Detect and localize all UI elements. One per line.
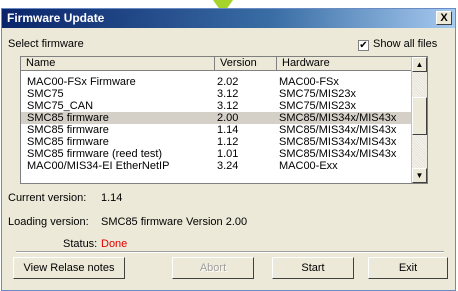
- row-version: 1.12: [217, 136, 239, 148]
- view-release-notes-label: View Relase notes: [23, 262, 115, 274]
- scrollbar-thumb[interactable]: [412, 97, 427, 135]
- row-name: MAC00-FSx Firmware: [27, 76, 136, 88]
- loading-version-value: SMC85 firmware Version 2.00: [101, 216, 248, 228]
- view-release-notes-button[interactable]: View Relase notes: [13, 257, 125, 279]
- list-item[interactable]: SMC85 firmware 1.12 SMC85/MIS34x/MIS43x: [21, 136, 411, 148]
- row-hardware: MAC00-Exx: [279, 160, 338, 172]
- row-version: 1.01: [217, 148, 239, 160]
- row-version: 1.14: [217, 124, 239, 136]
- status-label: Status:: [63, 238, 98, 250]
- list-item[interactable]: SMC75_CAN 3.12 SMC75/MIS23x: [21, 100, 411, 112]
- row-name: SMC85 firmware (reed test): [27, 148, 163, 160]
- window-title: Firmware Update: [7, 11, 105, 25]
- row-hardware: MAC00-FSx: [279, 76, 339, 88]
- list-item[interactable]: MAC00-FSx Firmware 2.02 MAC00-FSx: [21, 76, 411, 88]
- list-item[interactable]: MAC00/MIS34-EI EtherNetIP 3.24 MAC00-Exx: [21, 160, 411, 172]
- row-name: SMC85 firmware: [27, 124, 109, 136]
- start-button[interactable]: Start: [272, 257, 354, 279]
- row-version: 3.12: [217, 100, 239, 112]
- row-name: SMC85 firmware: [27, 112, 109, 124]
- loading-version-label: Loading version:: [8, 216, 89, 228]
- row-name: SMC85 firmware: [27, 136, 109, 148]
- row-hardware: SMC85/MIS34x/MIS43x: [279, 112, 397, 124]
- scroll-down-button[interactable]: ▼: [412, 168, 427, 183]
- scroll-up-button[interactable]: ▲: [412, 57, 427, 72]
- close-icon: X: [440, 12, 448, 24]
- exit-label: Exit: [398, 262, 418, 274]
- divider: [16, 251, 444, 253]
- column-header-version-label: Version: [220, 57, 257, 69]
- list-item[interactable]: SMC85 firmware 1.14 SMC85/MIS34x/MIS43x: [21, 124, 411, 136]
- row-hardware: SMC85/MIS34x/MIS43x: [279, 148, 397, 160]
- row-hardware: SMC75/MIS23x: [279, 88, 357, 100]
- list-item-selected[interactable]: SMC85 firmware 2.00 SMC85/MIS34x/MIS43x: [21, 112, 411, 124]
- column-header-name-label: Name: [26, 57, 56, 69]
- column-header-hardware[interactable]: Hardware: [277, 57, 412, 71]
- column-header-version[interactable]: Version: [215, 57, 277, 71]
- row-name: SMC75_CAN: [27, 100, 94, 112]
- row-hardware: SMC85/MIS34x/MIS43x: [279, 136, 397, 148]
- title-bar: Firmware Update X: [2, 9, 455, 28]
- firmware-update-dialog: Firmware Update X Select firmware ✔ Show…: [1, 8, 456, 291]
- row-hardware: SMC85/MIS34x/MIS43x: [279, 124, 397, 136]
- row-version: 3.12: [217, 88, 239, 100]
- abort-button[interactable]: Abort: [172, 257, 254, 279]
- row-name: MAC00/MIS34-EI EtherNetIP: [27, 160, 170, 172]
- status-value: Done: [101, 238, 128, 250]
- row-name: SMC75: [27, 88, 64, 100]
- list-item[interactable]: SMC85 firmware (reed test) 1.01 SMC85/MI…: [21, 148, 411, 160]
- down-arrow-icon: ▼: [415, 171, 424, 180]
- show-all-files-label[interactable]: Show all files: [373, 38, 437, 50]
- vertical-scrollbar[interactable]: ▲ ▼: [411, 57, 427, 183]
- check-icon: ✔: [359, 40, 368, 51]
- current-version-label: Current version:: [8, 192, 87, 204]
- close-button[interactable]: X: [436, 11, 452, 25]
- firmware-list[interactable]: Name Version Hardware MAC00-FSx Firmware…: [20, 56, 428, 184]
- abort-label: Abort: [199, 262, 227, 274]
- start-label: Start: [301, 262, 325, 274]
- current-version-value: 1.14: [101, 192, 123, 204]
- row-version: 3.24: [217, 160, 239, 172]
- row-version: 2.00: [217, 112, 239, 124]
- row-hardware: SMC75/MIS23x: [279, 100, 357, 112]
- select-firmware-label: Select firmware: [8, 38, 84, 50]
- row-version: 2.02: [217, 76, 239, 88]
- list-item[interactable]: SMC75 3.12 SMC75/MIS23x: [21, 88, 411, 100]
- up-arrow-icon: ▲: [415, 60, 424, 69]
- column-header-name[interactable]: Name: [21, 57, 215, 71]
- show-all-files-checkbox[interactable]: ✔: [358, 40, 369, 51]
- column-header-hardware-label: Hardware: [282, 57, 330, 69]
- exit-button[interactable]: Exit: [368, 257, 448, 279]
